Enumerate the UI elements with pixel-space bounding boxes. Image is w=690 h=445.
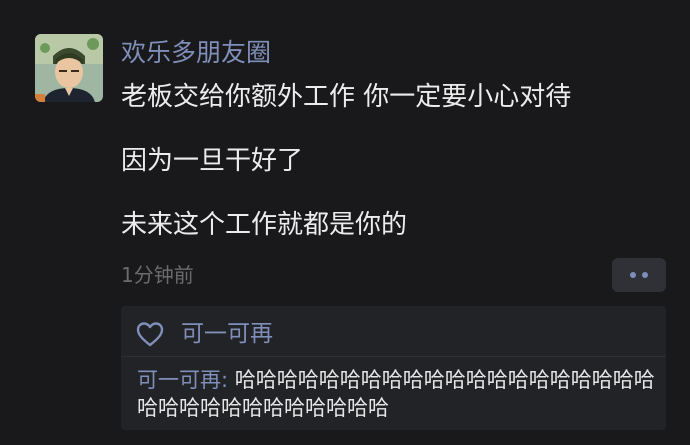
post-timestamp: 1分钟前 xyxy=(121,263,194,287)
post-username[interactable]: 欢乐多朋友圈 xyxy=(121,34,271,72)
comment-separator: : xyxy=(221,368,235,392)
post-text-line: 因为一旦干好了 xyxy=(121,146,304,176)
more-dots-icon xyxy=(642,272,648,278)
likes-comments-panel: 可一可再 可一可再: 哈哈哈哈哈哈哈哈哈哈哈哈哈哈哈哈哈哈哈哈哈哈哈哈哈哈哈哈哈… xyxy=(121,306,666,430)
more-dots-icon xyxy=(630,272,636,278)
likes-row: 可一可再 xyxy=(135,316,273,352)
heart-icon xyxy=(136,322,164,347)
divider xyxy=(121,356,666,357)
comment-item[interactable]: 可一可再: 哈哈哈哈哈哈哈哈哈哈哈哈哈哈哈哈哈哈哈哈哈哈哈哈哈哈哈哈哈哈哈哈 xyxy=(137,366,661,422)
avatar[interactable] xyxy=(35,34,103,102)
more-actions-button[interactable] xyxy=(612,258,666,292)
post-text-line: 老板交给你额外工作 你一定要小心对待 xyxy=(121,82,572,112)
comment-author[interactable]: 可一可再 xyxy=(137,368,221,392)
avatar-image xyxy=(35,34,103,102)
like-user-name[interactable]: 可一可再 xyxy=(181,316,273,352)
post-text-line: 未来这个工作就都是你的 xyxy=(121,210,408,240)
